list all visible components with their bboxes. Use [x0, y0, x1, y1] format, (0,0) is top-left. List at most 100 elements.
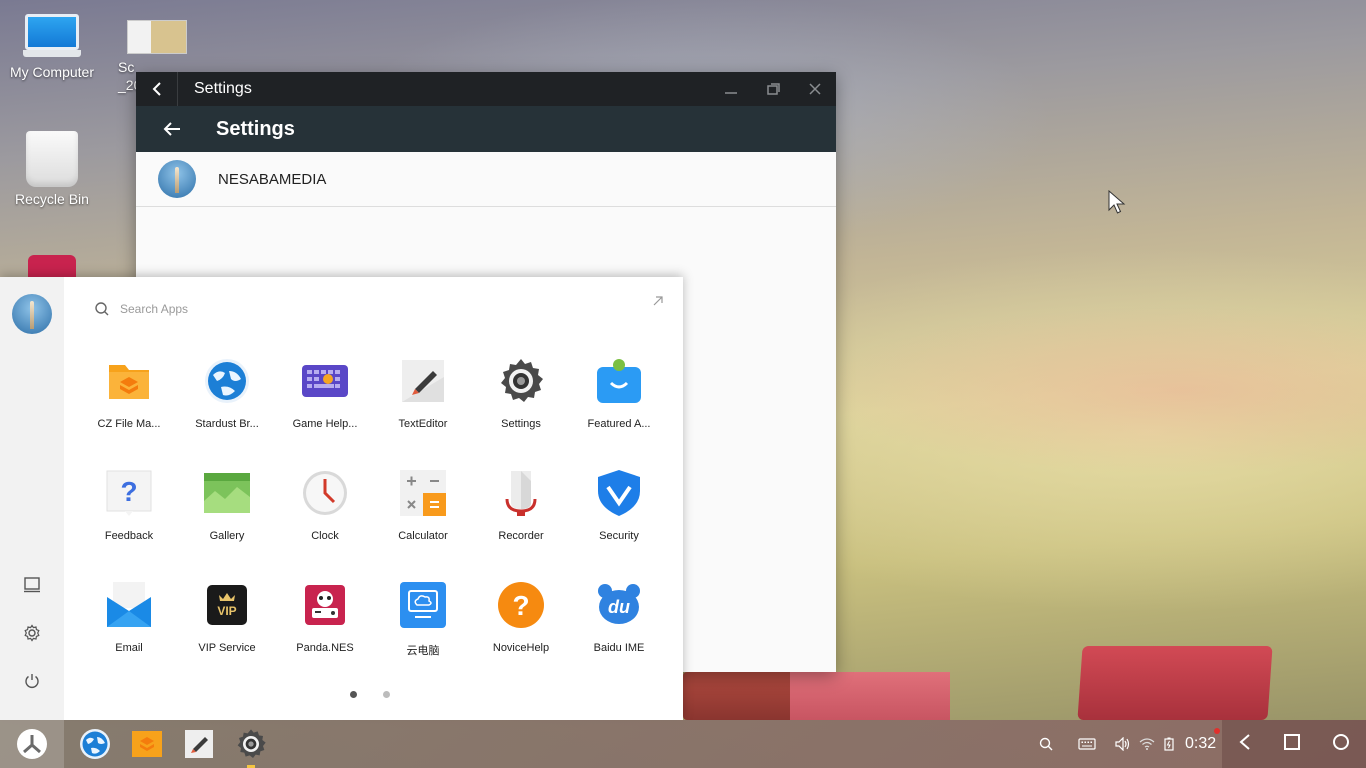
wallpaper-decoration [790, 672, 950, 720]
vip-icon: VIP [203, 581, 251, 629]
page-dot-2[interactable] [383, 691, 390, 698]
account-row[interactable]: NESABAMEDIA [136, 152, 836, 207]
search-apps-field[interactable]: Search Apps [94, 299, 654, 319]
taskbar: 0:32 [0, 720, 1366, 768]
app-game-helper[interactable]: Game Help... [276, 357, 374, 430]
page-indicator [350, 691, 390, 698]
app-gallery[interactable]: Gallery [178, 469, 276, 542]
wifi-icon [1139, 738, 1155, 750]
minimize-button[interactable] [710, 72, 752, 106]
app-label: Settings [501, 418, 541, 430]
app-label: VIP Service [198, 642, 256, 654]
chevron-left-icon [152, 82, 161, 96]
header-back-button[interactable] [136, 121, 208, 137]
taskbar-app-file-manager[interactable] [131, 728, 163, 760]
app-clock[interactable]: Clock [276, 469, 374, 542]
gear-icon [497, 357, 545, 405]
desktop-icon-my-computer[interactable]: My Computer [0, 14, 104, 80]
app-security[interactable]: Security [570, 469, 668, 542]
expand-button[interactable] [652, 294, 666, 308]
desktop-icon [24, 577, 40, 593]
volume-icon [1115, 737, 1130, 751]
nav-back-button[interactable] [1238, 733, 1252, 756]
start-menu-sidebar [0, 277, 64, 720]
close-icon [809, 83, 821, 95]
app-label: Email [115, 642, 143, 654]
app-label: Clock [311, 530, 339, 542]
mail-icon [105, 581, 153, 629]
tray-volume-button[interactable] [1113, 734, 1133, 754]
app-label: Feedback [104, 530, 154, 542]
app-label: 云电脑 [406, 645, 440, 657]
settings-button[interactable] [20, 621, 44, 645]
app-texteditor[interactable]: TextEditor [374, 357, 472, 430]
app-label: CZ File Ma... [97, 418, 161, 430]
app-label: NoviceHelp [492, 642, 550, 654]
app-cz-file-manager[interactable]: CZ File Ma... [80, 357, 178, 430]
app-baidu-ime[interactable]: du Baidu IME [570, 581, 668, 654]
window-title: Settings [194, 80, 252, 97]
start-menu: Search Apps CZ File Ma... Stardust Br...… [0, 277, 683, 720]
app-settings[interactable]: Settings [472, 357, 570, 430]
app-label: Baidu IME [593, 642, 645, 654]
app-panda-nes[interactable]: Panda.NES [276, 581, 374, 654]
taskbar-app-settings[interactable] [235, 728, 267, 768]
nav-recents-button[interactable] [1283, 733, 1301, 756]
window-title-bar: Settings [136, 72, 836, 106]
app-label: Game Help... [292, 418, 358, 430]
app-novicehelp[interactable]: ? NoviceHelp [472, 581, 570, 654]
window-back-button[interactable] [136, 72, 178, 106]
svg-text:du: du [608, 597, 630, 617]
app-calculator[interactable]: Calculator [374, 469, 472, 542]
shield-icon [595, 469, 643, 517]
app-recorder[interactable]: Recorder [472, 469, 570, 542]
circle-icon [1333, 733, 1350, 750]
search-placeholder: Search Apps [120, 302, 189, 316]
globe-icon [203, 357, 251, 405]
tray-battery-button[interactable] [1159, 734, 1179, 754]
panda-desktop-icon[interactable] [28, 255, 76, 279]
taskbar-app-browser[interactable] [79, 728, 111, 760]
app-label: Gallery [209, 530, 245, 542]
app-label: TextEditor [398, 418, 448, 430]
store-bag-icon [595, 357, 643, 405]
avatar [158, 160, 196, 198]
app-stardust-browser[interactable]: Stardust Br... [178, 357, 276, 430]
start-button[interactable] [0, 720, 64, 768]
calculator-icon [399, 469, 447, 517]
text-editor-icon [185, 730, 213, 758]
navigation-bar [1222, 720, 1366, 768]
tray-keyboard-button[interactable] [1077, 734, 1097, 754]
taskbar-app-texteditor[interactable] [183, 728, 215, 760]
page-dot-1[interactable] [350, 691, 357, 698]
settings-header: Settings [136, 106, 836, 152]
desktop-icon-recycle-bin[interactable]: Recycle Bin [0, 131, 104, 207]
desktop-toggle-button[interactable] [20, 573, 44, 597]
keyboard-icon [1078, 738, 1096, 750]
folder-icon [105, 357, 153, 405]
power-button[interactable] [20, 669, 44, 693]
square-icon [1283, 733, 1300, 750]
tray-search-button[interactable] [1036, 734, 1056, 754]
app-label: Panda.NES [296, 642, 354, 654]
wallpaper-decoration [1077, 646, 1273, 720]
app-cloud-pc[interactable]: 云电脑 [374, 581, 472, 658]
close-button[interactable] [794, 72, 836, 106]
nav-home-button[interactable] [1332, 733, 1350, 756]
maximize-button[interactable] [752, 72, 794, 106]
clock-icon [301, 469, 349, 517]
taskbar-clock[interactable]: 0:32 [1185, 735, 1216, 753]
tray-wifi-button[interactable] [1137, 734, 1157, 754]
screenshot-thumbnail-icon [127, 20, 187, 54]
search-icon [95, 302, 109, 316]
app-email[interactable]: Email [80, 581, 178, 654]
app-feedback[interactable]: ? Feedback [80, 469, 178, 542]
app-label: Featured A... [587, 418, 651, 430]
app-featured-apps[interactable]: Featured A... [570, 357, 668, 430]
expand-arrow-icon [653, 296, 663, 306]
app-vip-service[interactable]: VIP VIP Service [178, 581, 276, 654]
app-label: Calculator [398, 530, 448, 542]
desktop-icon-label: Recycle Bin [15, 191, 89, 207]
user-avatar[interactable] [12, 294, 52, 334]
baidu-icon: du [595, 581, 643, 629]
